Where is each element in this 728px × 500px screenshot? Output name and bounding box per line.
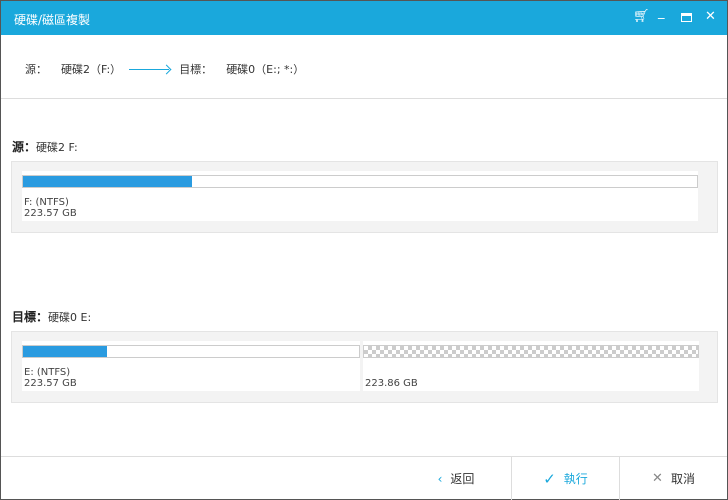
unallocated-bar: [363, 345, 699, 358]
partition-size: 223.57 GB: [24, 378, 77, 389]
close-button[interactable]: ✕: [705, 9, 716, 24]
arrow-right-icon: [129, 64, 171, 74]
x-icon: ✕: [652, 471, 663, 486]
source-label: 源：: [12, 140, 37, 154]
window-title: 硬碟/磁區複製: [14, 13, 91, 27]
usage-fill: [23, 176, 192, 187]
path-source-value: 硬碟2（F:）: [61, 63, 122, 76]
target-disk-panel: E: (NTFS) 223.57 GB 223.86 GB: [11, 331, 718, 403]
partition-name: F: (NTFS): [24, 197, 69, 208]
target-unallocated[interactable]: 223.86 GB: [363, 341, 699, 391]
chevron-left-icon: ‹: [437, 471, 443, 486]
path-source-label: 源：: [25, 63, 47, 76]
title-bar: 硬碟/磁區複製 🛒︎ _ ✕: [1, 1, 727, 35]
execute-button[interactable]: ✓ 執行: [512, 457, 619, 500]
unallocated-size: 223.86 GB: [365, 378, 418, 389]
usage-bar: [22, 345, 360, 358]
target-partition-e[interactable]: E: (NTFS) 223.57 GB: [22, 341, 360, 391]
maximize-button[interactable]: [681, 13, 692, 22]
clone-path: 源： 硬碟2（F:） 目標： 硬碟0（E:; *:）: [25, 61, 304, 77]
partition-size: 223.57 GB: [24, 208, 77, 219]
source-disk: 硬碟2 F:: [36, 141, 78, 154]
target-label: 目標：: [12, 310, 49, 324]
minimize-button[interactable]: _: [658, 5, 665, 20]
partition-name: E: (NTFS): [24, 367, 71, 378]
back-label: 返回: [450, 472, 475, 486]
path-target-label: 目標：: [179, 63, 213, 76]
execute-label: 執行: [563, 472, 588, 486]
cancel-button[interactable]: ✕ 取消: [620, 457, 727, 500]
target-heading: 目標：硬碟0 E:: [12, 308, 91, 325]
usage-bar: [22, 175, 698, 188]
disk-clone-window: 硬碟/磁區複製 🛒︎ _ ✕ 源： 硬碟2（F:） 目標： 硬碟0（E:; *:…: [0, 0, 728, 500]
path-target-value: 硬碟0（E:; *:）: [226, 63, 305, 76]
back-button[interactable]: ‹ 返回: [401, 457, 511, 500]
usage-fill: [23, 346, 107, 357]
source-heading: 源：硬碟2 F:: [12, 138, 78, 155]
cancel-label: 取消: [670, 472, 695, 486]
cart-icon[interactable]: 🛒︎: [633, 9, 650, 24]
source-disk-panel: F: (NTFS) 223.57 GB: [11, 161, 718, 233]
target-disk: 硬碟0 E:: [48, 311, 92, 324]
source-partition-f[interactable]: F: (NTFS) 223.57 GB: [22, 171, 698, 221]
check-icon: ✓: [543, 469, 556, 488]
divider: [1, 98, 727, 99]
